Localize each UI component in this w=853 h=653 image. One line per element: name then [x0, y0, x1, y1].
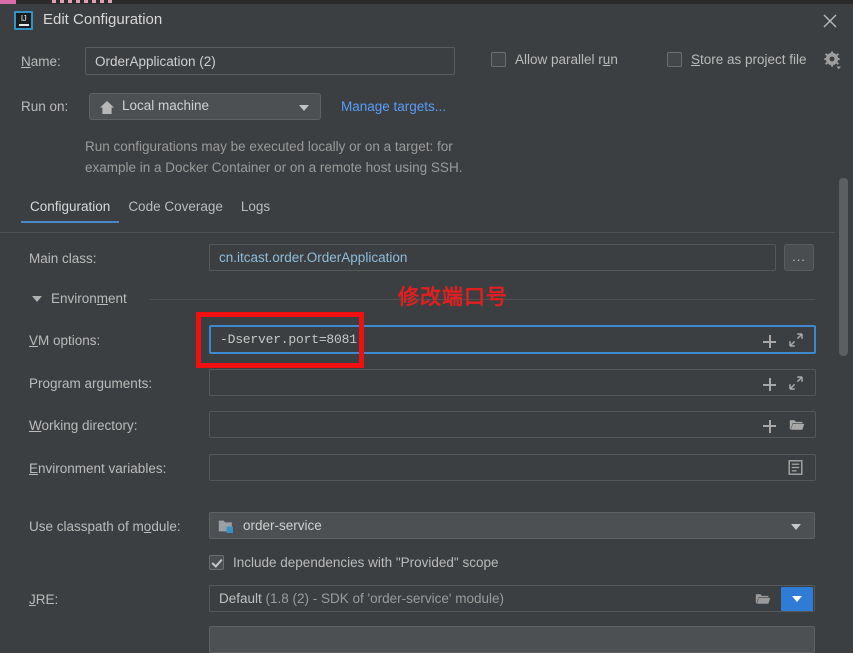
environment-variables-input[interactable] [209, 454, 816, 481]
next-field-partial[interactable] [209, 626, 815, 653]
dialog-title-bar: Edit Configuration [0, 4, 853, 37]
run-on-description: Run configurations may be executed local… [85, 136, 555, 178]
vm-options-label: VM options: [29, 333, 101, 348]
main-class-label: Main class: [29, 251, 97, 266]
tab-configuration[interactable]: Configuration [21, 199, 120, 223]
environment-section-divider [150, 299, 815, 300]
intellij-idea-icon [14, 11, 33, 30]
description-line-1: Run configurations may be executed local… [85, 139, 453, 154]
folder-icon[interactable] [755, 592, 771, 608]
use-classpath-of-module-label: Use classpath of module: [29, 519, 181, 534]
environment-variables-label: Environment variables: [29, 461, 167, 476]
vm-options-field-icons [763, 333, 803, 350]
folder-icon[interactable] [789, 418, 805, 434]
chevron-down-icon [791, 524, 801, 530]
parent-window-text-fragment [52, 0, 112, 3]
allow-parallel-run-label: Allow parallel run [515, 52, 618, 67]
program-arguments-input[interactable] [209, 369, 816, 396]
module-folder-icon [218, 519, 235, 536]
allow-parallel-run-box[interactable] [491, 52, 506, 67]
plus-icon[interactable] [763, 419, 776, 433]
list-icon[interactable] [788, 460, 803, 478]
include-provided-scope-box[interactable] [209, 555, 224, 570]
tab-bar: Configuration Code Coverage Logs [21, 199, 279, 223]
program-arguments-label: Program arguments: [29, 376, 153, 391]
main-class-browse-button[interactable]: ... [784, 244, 814, 271]
include-provided-scope-label: Include dependencies with "Provided" sco… [233, 555, 499, 570]
run-on-dropdown[interactable]: Local machine [89, 93, 321, 120]
allow-parallel-run-checkbox[interactable]: Allow parallel run [491, 52, 618, 67]
store-as-project-file-label: Store as project file [691, 52, 807, 67]
expand-icon[interactable] [789, 376, 803, 393]
tab-code-coverage[interactable]: Code Coverage [119, 199, 232, 223]
dialog-title: Edit Configuration [43, 11, 163, 28]
environment-section-label: Environment [51, 291, 127, 306]
environment-section-header[interactable]: Environment [32, 291, 127, 306]
description-line-2: example in a Docker Container or on a re… [85, 160, 463, 175]
name-label-mnemonic: N [21, 54, 31, 69]
tab-logs[interactable]: Logs [232, 199, 279, 223]
jre-dropdown-button[interactable] [781, 587, 813, 611]
plus-icon[interactable] [763, 335, 776, 348]
close-icon[interactable] [819, 10, 841, 32]
name-label: Name: [21, 54, 61, 69]
plus-icon[interactable] [763, 378, 776, 391]
home-icon [99, 100, 115, 118]
run-on-label: Run on: [21, 99, 69, 114]
working-directory-label: Working directory: [29, 418, 138, 433]
gear-icon[interactable] [823, 51, 843, 71]
tab-bar-divider [0, 232, 835, 233]
run-on-value: Local machine [122, 98, 210, 113]
expand-icon[interactable] [789, 333, 803, 350]
use-classpath-of-module-dropdown[interactable]: order-service [209, 512, 815, 539]
working-directory-input[interactable] [209, 411, 816, 438]
jre-field[interactable]: Default (1.8 (2) - SDK of 'order-service… [209, 585, 815, 612]
environment-variables-field-icons [788, 460, 803, 478]
chevron-down-icon [792, 596, 802, 602]
manage-targets-link[interactable]: Manage targets... [341, 99, 446, 114]
main-class-browse-label: ... [792, 249, 806, 264]
jre-value: Default (1.8 (2) - SDK of 'order-service… [219, 591, 505, 606]
program-arguments-field-icons [763, 376, 803, 393]
name-input[interactable] [85, 47, 455, 75]
chevron-down-icon [299, 105, 309, 111]
scrollbar-thumb[interactable] [839, 178, 848, 356]
chevron-down-icon [32, 295, 42, 302]
store-as-project-file-box[interactable] [667, 52, 682, 67]
use-classpath-of-module-value: order-service [243, 518, 322, 533]
working-directory-field-icons [763, 418, 805, 434]
jre-label: JRE: [29, 592, 59, 607]
include-provided-scope-checkbox[interactable]: Include dependencies with "Provided" sco… [209, 555, 499, 570]
main-class-input[interactable] [209, 244, 776, 271]
vm-options-input[interactable] [209, 325, 816, 354]
annotation-text: 修改端口号 [398, 285, 508, 309]
store-as-project-file-checkbox[interactable]: Store as project file [667, 52, 807, 67]
